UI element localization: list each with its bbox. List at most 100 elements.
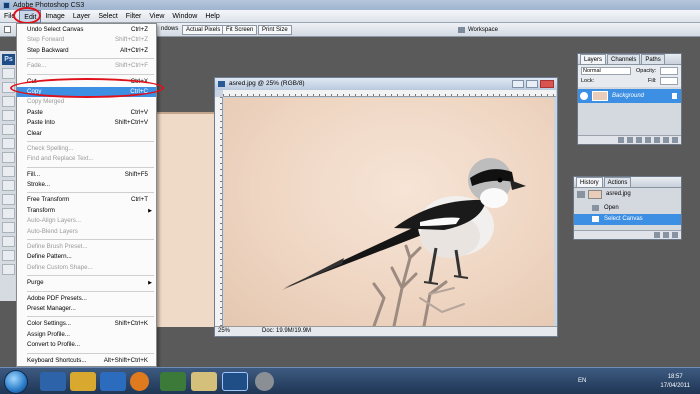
tab-history[interactable]: History: [576, 177, 603, 187]
edit-menu-item-step-backward[interactable]: Step Backward Alt+Ctrl+Z: [17, 46, 156, 56]
menu-window[interactable]: Window: [168, 10, 201, 23]
edit-menu-item-adobe-pdf-presets[interactable]: Adobe PDF Presets...: [17, 294, 156, 304]
new-group-icon[interactable]: [654, 137, 660, 143]
edit-menu-item-convert-to-profile[interactable]: Convert to Profile...: [17, 340, 156, 350]
link-layers-icon[interactable]: [618, 137, 624, 143]
edit-menu-item-stroke[interactable]: Stroke...: [17, 180, 156, 190]
messenger-icon[interactable]: [100, 372, 126, 391]
zoom-tool-icon[interactable]: [2, 264, 15, 275]
visibility-eye-icon[interactable]: [580, 92, 588, 100]
gradient-tool-icon[interactable]: [2, 180, 15, 191]
start-button[interactable]: [4, 370, 28, 394]
shape-tool-icon[interactable]: [2, 236, 15, 247]
open-step-icon: [592, 205, 599, 211]
stamp-tool-icon[interactable]: [2, 152, 15, 163]
menu-separator: [27, 73, 154, 75]
doc-size[interactable]: Doc: 19.9M/19.9M: [262, 327, 311, 336]
layer-name: Background: [612, 93, 645, 99]
photoshop-taskbar-icon[interactable]: [222, 372, 248, 391]
close-button[interactable]: [540, 80, 554, 88]
edit-menu-item-transform[interactable]: Transform ▶: [17, 206, 156, 216]
menu-item-label: Define Brush Preset...: [27, 243, 88, 251]
layer-mask-icon[interactable]: [636, 137, 642, 143]
edit-menu-item-define-brush-preset: Define Brush Preset...: [17, 242, 156, 252]
document-title[interactable]: asred.jpg @ 25% (RGB/8): [215, 78, 557, 90]
menu-item-shortcut: Shift+Ctrl+F: [114, 62, 148, 70]
actual-pixels-button[interactable]: Actual Pixels: [182, 25, 225, 35]
history-snapshot[interactable]: asred.jpg: [574, 189, 681, 200]
edit-menu-item-clear[interactable]: Clear: [17, 129, 156, 139]
print-size-button[interactable]: Print Size: [258, 25, 292, 35]
fit-screen-button[interactable]: Fit Screen: [222, 25, 258, 35]
edit-menu-item-define-pattern[interactable]: Define Pattern...: [17, 252, 156, 262]
edit-menu-item-free-transform[interactable]: Free Transform Ctrl+T: [17, 195, 156, 205]
edit-menu-item-paste[interactable]: Paste Ctrl+V: [17, 108, 156, 118]
edit-menu-item-purge[interactable]: Purge ▶: [17, 278, 156, 288]
fit-windows-label: ndows: [161, 26, 179, 32]
healing-tool-icon[interactable]: [2, 124, 15, 135]
edit-menu-item-fill[interactable]: Fill... Shift+F5: [17, 170, 156, 180]
new-layer-icon[interactable]: [663, 137, 669, 143]
history-step-open[interactable]: Open: [574, 203, 681, 214]
menu-image[interactable]: Image: [41, 10, 68, 23]
edit-menu-item-keyboard-shortcuts[interactable]: Keyboard Shortcuts... Alt+Shift+Ctrl+K: [17, 356, 156, 366]
adjustment-layer-icon[interactable]: [645, 137, 651, 143]
minimize-button[interactable]: [512, 80, 524, 88]
menu-help[interactable]: Help: [201, 10, 223, 23]
workspace-button[interactable]: Workspace: [458, 25, 498, 35]
snapshot-name: asred.jpg: [606, 191, 631, 197]
select-canvas-step-icon: [592, 216, 599, 222]
hand-tool-icon[interactable]: [2, 250, 15, 261]
tab-channels[interactable]: Channels: [607, 54, 641, 64]
edit-menu-item-preset-manager[interactable]: Preset Manager...: [17, 304, 156, 314]
firefox-icon[interactable]: [130, 372, 149, 391]
menu-item-label: Assign Profile...: [27, 330, 70, 338]
dodge-tool-icon[interactable]: [2, 194, 15, 205]
menu-item-label: Define Pattern...: [27, 253, 72, 261]
layer-style-icon[interactable]: [627, 137, 633, 143]
type-tool-icon[interactable]: [2, 222, 15, 233]
delete-state-icon[interactable]: [672, 232, 678, 238]
fill-input[interactable]: [660, 77, 678, 85]
move-tool-icon[interactable]: [2, 68, 15, 79]
menu-layer[interactable]: Layer: [69, 10, 95, 23]
lasso-tool-icon[interactable]: [2, 96, 15, 107]
edit-menu-item-paste-into[interactable]: Paste Into Shift+Ctrl+V: [17, 118, 156, 128]
tab-actions[interactable]: Actions: [603, 177, 632, 187]
menu-select[interactable]: Select: [94, 10, 121, 23]
language-indicator[interactable]: EN: [578, 378, 586, 384]
layer-row-background[interactable]: Background: [578, 89, 681, 103]
folder-icon[interactable]: [191, 372, 217, 391]
new-document-from-state-icon[interactable]: [654, 232, 660, 238]
explorer-icon[interactable]: [70, 372, 96, 391]
tab-layers[interactable]: Layers: [580, 54, 607, 64]
tab-paths[interactable]: Paths: [641, 54, 665, 64]
media-player-icon[interactable]: [160, 372, 186, 391]
eraser-tool-icon[interactable]: [2, 166, 15, 177]
history-step-label: Select Canvas: [604, 216, 643, 222]
menu-item-label: Paste: [27, 108, 43, 116]
zoom-tool-icon[interactable]: [4, 26, 11, 33]
shrike-photo[interactable]: [224, 98, 554, 326]
delete-layer-icon[interactable]: [672, 137, 678, 143]
pen-tool-icon[interactable]: [2, 208, 15, 219]
edit-menu-item-undo-select-canvas[interactable]: Undo Select Canvas Ctrl+Z: [17, 25, 156, 35]
blend-mode-select[interactable]: Normal: [581, 67, 631, 75]
opacity-input[interactable]: [660, 67, 678, 75]
menu-separator: [27, 140, 154, 142]
menu-filter[interactable]: Filter: [122, 10, 146, 23]
zoom-level[interactable]: 25%: [218, 327, 230, 336]
menu-separator: [27, 316, 154, 318]
new-snapshot-icon[interactable]: [663, 232, 669, 238]
ie-icon[interactable]: [40, 372, 66, 391]
maximize-button[interactable]: [526, 80, 538, 88]
brush-tool-icon[interactable]: [2, 138, 15, 149]
program-icon[interactable]: [255, 372, 274, 391]
menu-item-label: Fade...: [27, 62, 47, 70]
history-step-select-canvas[interactable]: Select Canvas: [574, 214, 681, 225]
edit-menu-item-assign-profile[interactable]: Assign Profile...: [17, 330, 156, 340]
menu-view[interactable]: View: [145, 10, 168, 23]
edit-menu-item-color-settings[interactable]: Color Settings... Shift+Ctrl+K: [17, 319, 156, 329]
clock[interactable]: 18:57 17/04/2011: [660, 373, 690, 391]
crop-tool-icon[interactable]: [2, 110, 15, 121]
